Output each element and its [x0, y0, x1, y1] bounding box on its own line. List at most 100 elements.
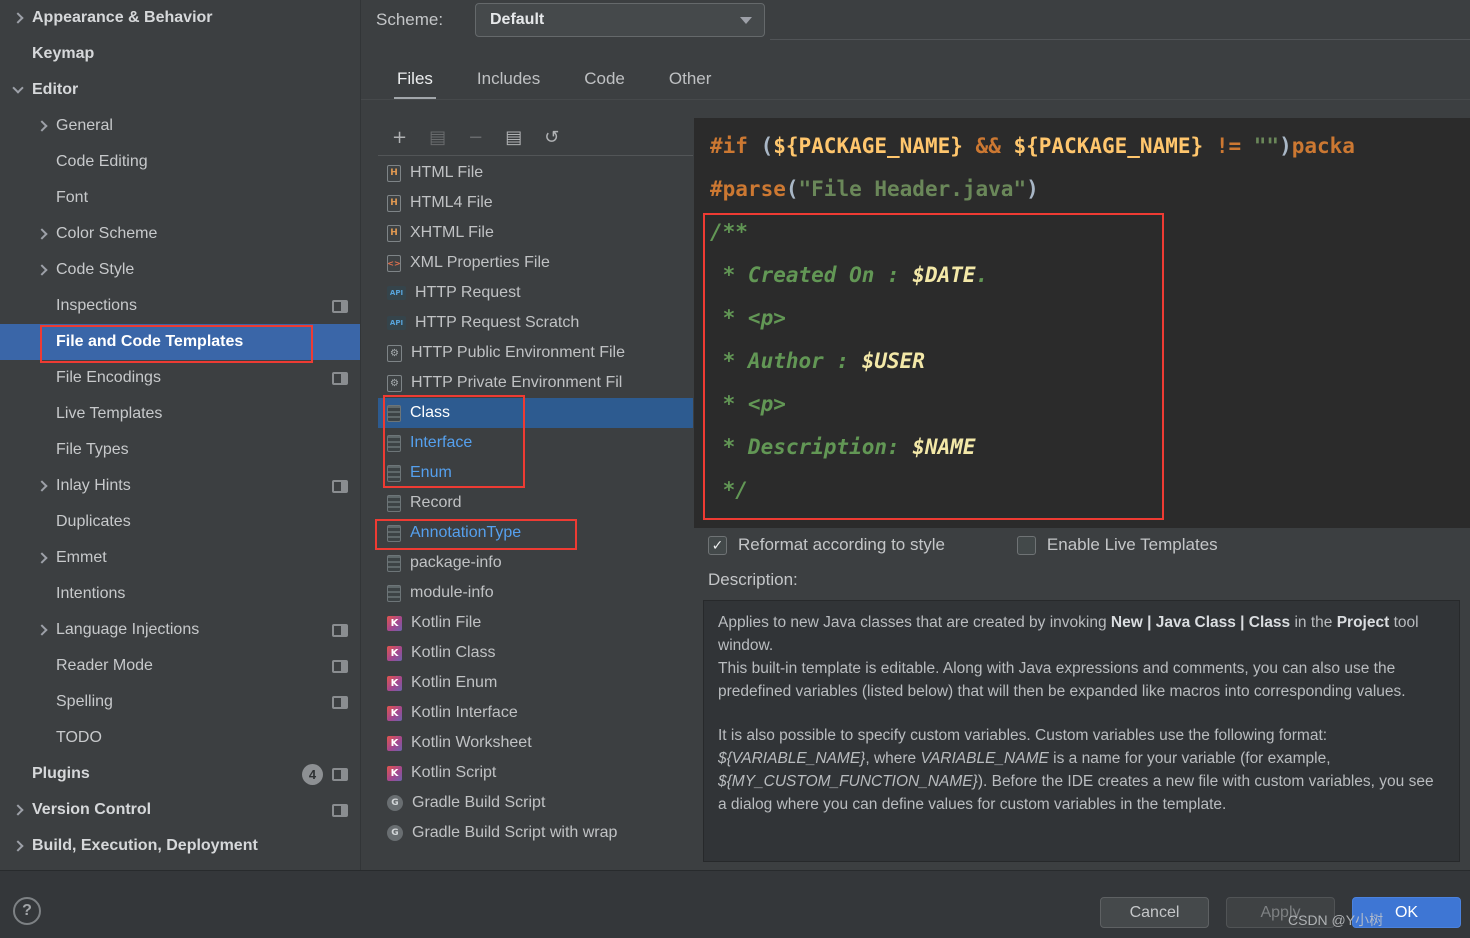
scheme-label: Scheme: [376, 10, 444, 29]
code-line: * Description: $NAME [710, 435, 976, 459]
sidebar-item-general[interactable]: General [0, 108, 360, 144]
sidebar-item-label: Duplicates [56, 513, 131, 530]
tab-other[interactable]: Other [666, 62, 715, 100]
template-item-kotlin-worksheet[interactable]: K Kotlin Worksheet [378, 728, 693, 758]
chevron-right-icon[interactable] [36, 120, 48, 132]
template-item-http-request[interactable]: API HTTP Request [378, 278, 693, 308]
sidebar-item-reader-mode[interactable]: Reader Mode [0, 648, 360, 684]
sidebar-item-file-encodings[interactable]: File Encodings [0, 360, 360, 396]
checkbox-label: Enable Live Templates [1046, 535, 1218, 554]
template-item-module-info[interactable]: module-info [378, 578, 693, 608]
chevron-right-icon[interactable] [36, 624, 48, 636]
template-code-editor[interactable]: #if (${PACKAGE_NAME} && ${PACKAGE_NAME} … [694, 118, 1470, 528]
sidebar-item-label: Intentions [56, 585, 126, 602]
chevron-slot [32, 480, 52, 492]
template-item-kotlin-script[interactable]: K Kotlin Script [378, 758, 693, 788]
chevron-down-icon [740, 16, 752, 24]
sidebar-item-label: Plugins [32, 765, 90, 782]
template-item-record[interactable]: Record [378, 488, 693, 518]
template-item-class[interactable]: Class [378, 398, 693, 428]
tmpl-file-icon [387, 404, 401, 422]
template-item-http-request-scratch[interactable]: API HTTP Request Scratch [378, 308, 693, 338]
template-item-xml-properties-file[interactable]: <> XML Properties File [378, 248, 693, 278]
chevron-slot [8, 12, 28, 24]
remove-icon[interactable]: − [468, 128, 483, 147]
template-item-label: Class [410, 404, 451, 421]
checkbox-label: Reformat according to style [738, 535, 945, 554]
split-pane-icon [332, 695, 348, 709]
sidebar-item-label: Inspections [56, 297, 137, 314]
sidebar-item-todo[interactable]: TODO [0, 720, 360, 756]
sidebar-item-live-templates[interactable]: Live Templates [0, 396, 360, 432]
chevron-slot [32, 264, 52, 276]
sidebar-item-build-execution-deployment[interactable]: Build, Execution, Deployment [0, 828, 360, 864]
chevron-down-icon[interactable] [12, 82, 24, 94]
sidebar-item-plugins[interactable]: Plugins 4 [0, 756, 360, 792]
template-item-interface[interactable]: Interface [378, 428, 693, 458]
chevron-slot [32, 120, 52, 132]
chevron-slot [32, 228, 52, 240]
revert-icon[interactable]: ↺ [544, 128, 559, 147]
template-item-http-public-environment-file[interactable]: ⚙ HTTP Public Environment File [378, 338, 693, 368]
description-paragraph: Applies to new Java classes that are cre… [718, 614, 1419, 700]
unchecked-checkbox[interactable] [1016, 535, 1036, 555]
help-button[interactable]: ? [13, 897, 41, 925]
template-item-kotlin-enum[interactable]: K Kotlin Enum [378, 668, 693, 698]
template-item-http-private-environment-fil[interactable]: ⚙ HTTP Private Environment Fil [378, 368, 693, 398]
template-list-panel: + ▤ − ▤ ↺ H HTML File H HTML4 File H XHTML File <>… [378, 120, 693, 870]
chevron-right-icon[interactable] [36, 552, 48, 564]
sidebar-item-emmet[interactable]: Emmet [0, 540, 360, 576]
template-item-kotlin-class[interactable]: K Kotlin Class [378, 638, 693, 668]
chevron-right-icon[interactable] [36, 228, 48, 240]
checked-checkbox[interactable]: ✓ [708, 535, 727, 555]
template-item-html4-file[interactable]: H HTML4 File [378, 188, 693, 218]
sidebar-item-intentions[interactable]: Intentions [0, 576, 360, 612]
template-item-annotationtype[interactable]: AnnotationType [378, 518, 693, 548]
copy-template-icon[interactable]: ▤ [429, 128, 446, 147]
template-list-toolbar: + ▤ − ▤ ↺ [378, 120, 693, 156]
sidebar-item-keymap[interactable]: Keymap [0, 36, 360, 72]
template-item-kotlin-interface[interactable]: K Kotlin Interface [378, 698, 693, 728]
sidebar-item-code-editing[interactable]: Code Editing [0, 144, 360, 180]
duplicate-icon[interactable]: ▤ [505, 128, 522, 147]
sidebar-item-file-and-code-templates[interactable]: File and Code Templates [0, 324, 360, 360]
template-item-enum[interactable]: Enum [378, 458, 693, 488]
template-item-kotlin-file[interactable]: K Kotlin File [378, 608, 693, 638]
template-item-xhtml-file[interactable]: H XHTML File [378, 218, 693, 248]
chevron-slot [8, 804, 28, 816]
chevron-right-icon[interactable] [12, 804, 24, 816]
sidebar-item-extras [332, 659, 348, 673]
scheme-dropdown[interactable]: Default [475, 3, 765, 37]
sidebar-item-font[interactable]: Font [0, 180, 360, 216]
sidebar-item-editor[interactable]: Editor [0, 72, 360, 108]
tab-includes[interactable]: Includes [474, 62, 543, 100]
add-icon[interactable]: + [392, 128, 407, 147]
template-item-gradle-build-script-with-wrap[interactable]: G Gradle Build Script with wrap [378, 818, 693, 848]
separator [770, 39, 1470, 40]
html-file-icon: H [387, 164, 401, 182]
chevron-right-icon[interactable] [12, 840, 24, 852]
sidebar-item-file-types[interactable]: File Types [0, 432, 360, 468]
template-item-package-info[interactable]: package-info [378, 548, 693, 578]
sidebar-item-color-scheme[interactable]: Color Scheme [0, 216, 360, 252]
cancel-button[interactable]: Cancel [1100, 897, 1209, 928]
tab-files[interactable]: Files [394, 62, 436, 100]
sidebar-item-language-injections[interactable]: Language Injections [0, 612, 360, 648]
sidebar-item-extras: 4 [302, 763, 348, 785]
sidebar-item-duplicates[interactable]: Duplicates [0, 504, 360, 540]
sidebar-item-inlay-hints[interactable]: Inlay Hints [0, 468, 360, 504]
sidebar-item-code-style[interactable]: Code Style [0, 252, 360, 288]
option-reformat-according-to-style: ✓ Reformat according to style [708, 535, 945, 555]
sidebar-item-version-control[interactable]: Version Control [0, 792, 360, 828]
chevron-slot [8, 840, 28, 852]
chevron-right-icon[interactable] [36, 480, 48, 492]
sidebar-item-label: File and Code Templates [56, 333, 244, 350]
tab-code[interactable]: Code [581, 62, 628, 100]
template-item-html-file[interactable]: H HTML File [378, 158, 693, 188]
sidebar-item-inspections[interactable]: Inspections [0, 288, 360, 324]
template-item-gradle-build-script[interactable]: G Gradle Build Script [378, 788, 693, 818]
chevron-right-icon[interactable] [12, 12, 24, 24]
chevron-right-icon[interactable] [36, 264, 48, 276]
sidebar-item-spelling[interactable]: Spelling [0, 684, 360, 720]
sidebar-item-appearance-behavior[interactable]: Appearance & Behavior [0, 0, 360, 36]
